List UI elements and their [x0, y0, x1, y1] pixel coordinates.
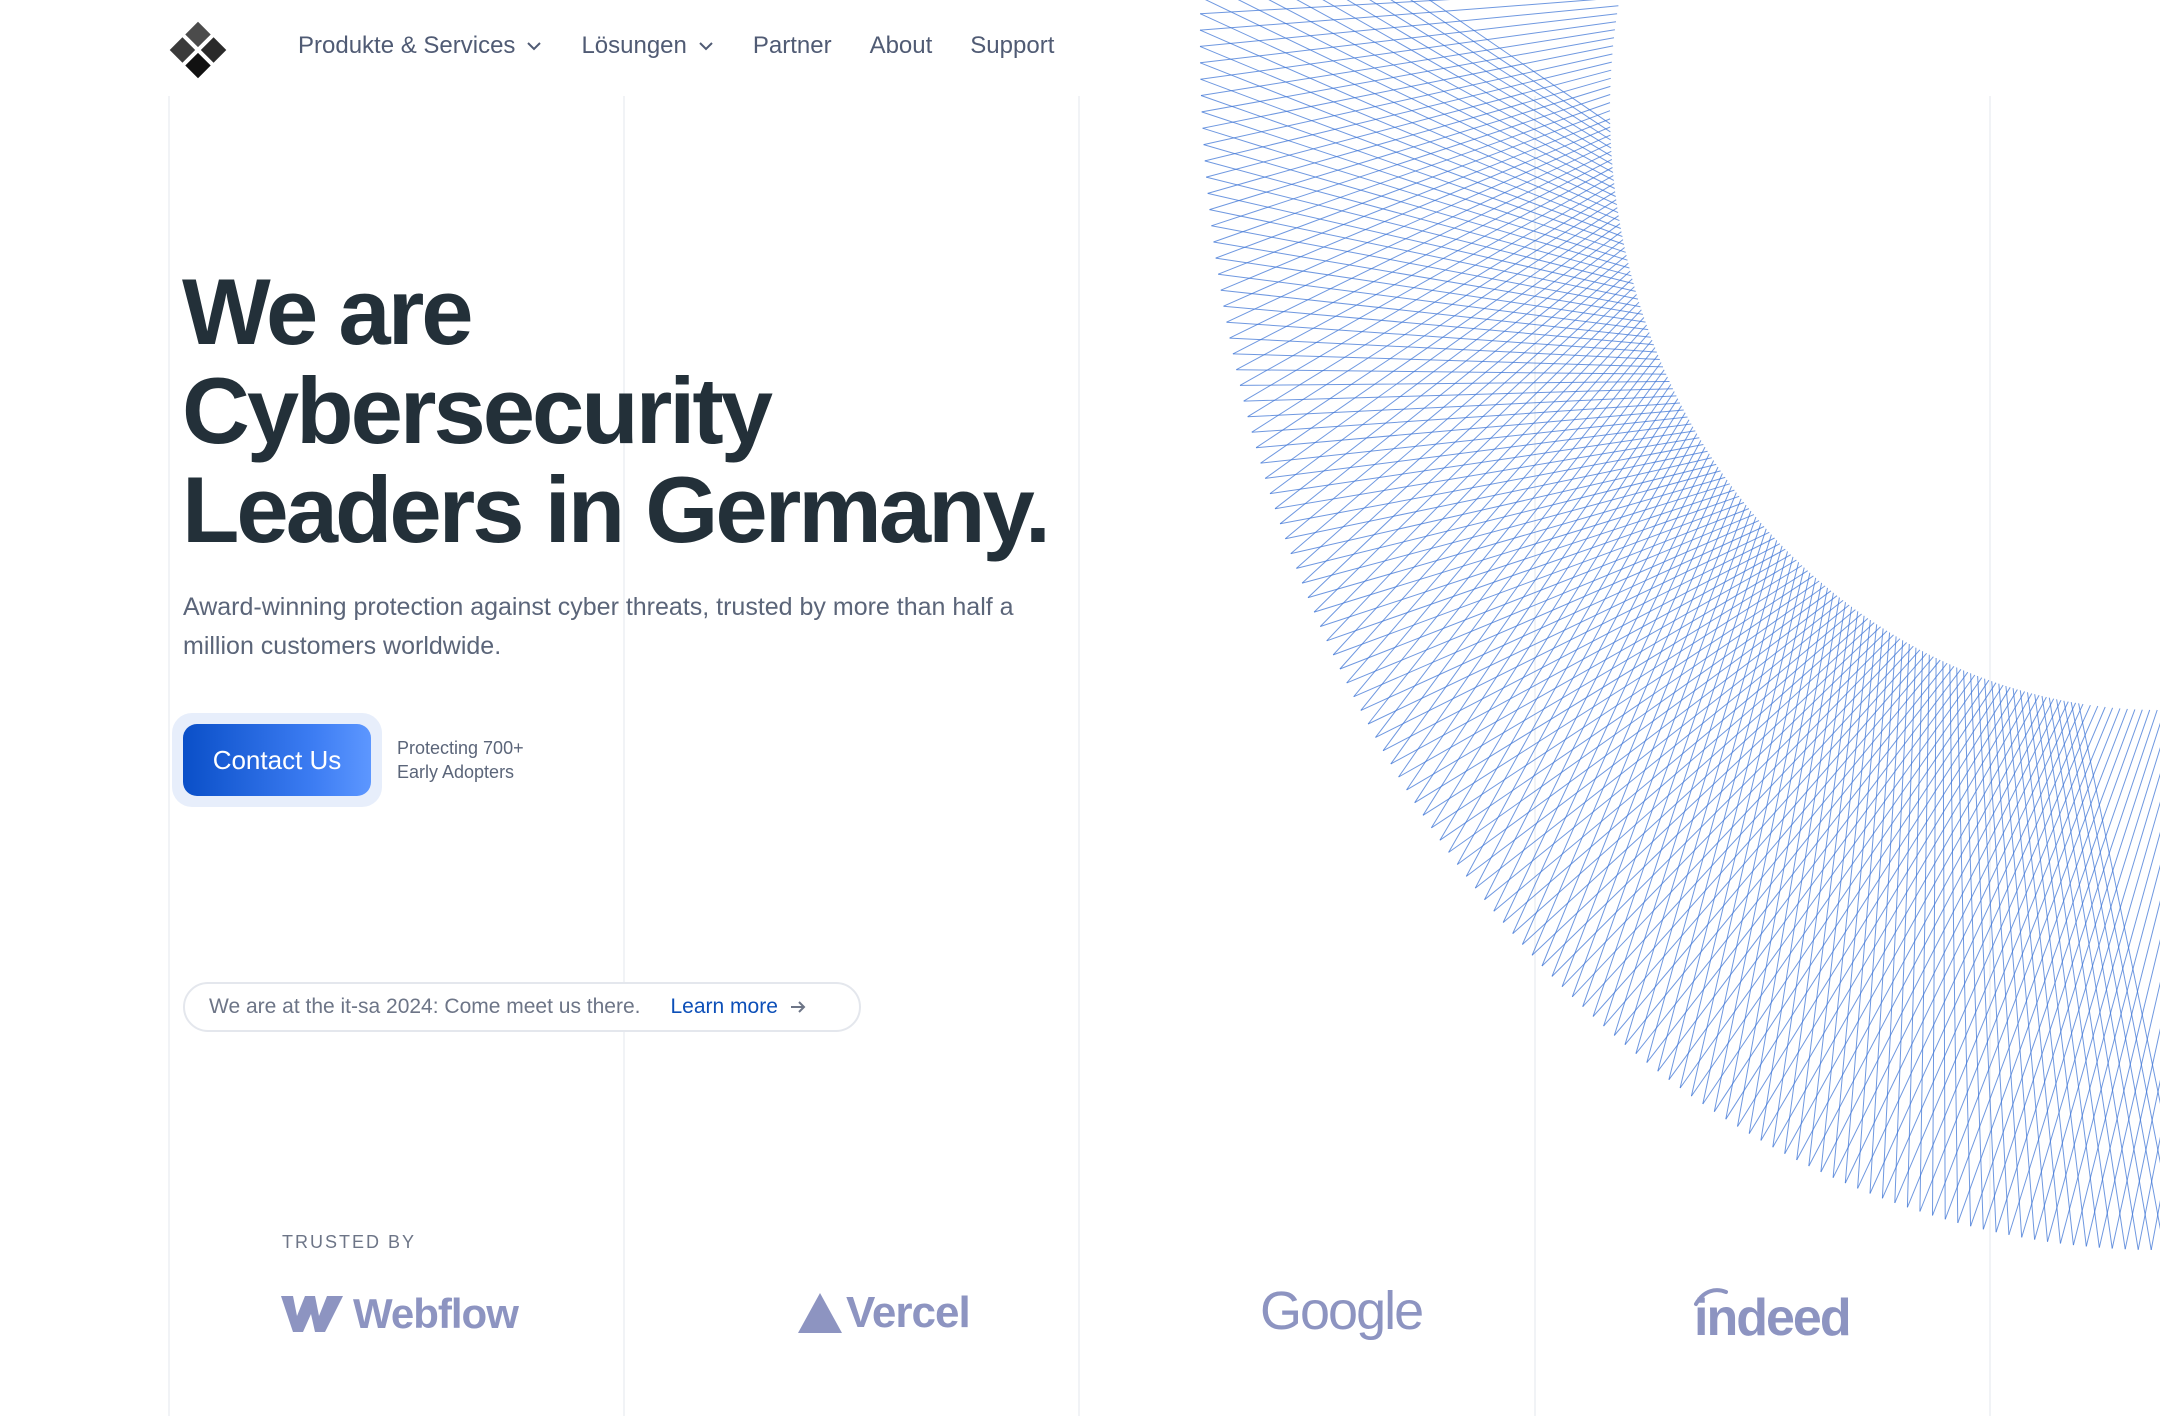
- nav-item-produkte-services[interactable]: Produkte & Services: [298, 32, 543, 60]
- adopters-line: Early Adopters: [397, 762, 515, 782]
- learn-more-link[interactable]: Learn more: [671, 995, 808, 1019]
- hero-title-line: Leaders in Germany.: [182, 457, 1051, 562]
- logo-diamond-icon[interactable]: [166, 18, 230, 82]
- hero-title-line: Cybersecurity: [182, 358, 773, 463]
- nav-item-label: Lösungen: [581, 32, 687, 59]
- indeed-arc-icon: [1694, 1288, 1728, 1306]
- brand-logo-webflow: Webflow: [281, 1290, 519, 1338]
- brand-logo-google: Google: [1260, 1280, 1424, 1342]
- brand-name: Google: [1260, 1281, 1424, 1341]
- nav-item-label: About: [869, 32, 933, 59]
- main-nav: Produkte & Services Lösungen Partner Abo…: [298, 32, 1054, 60]
- early-adopters-note: Protecting 700+ Early Adopters: [397, 736, 524, 784]
- brand-name: Vercel: [846, 1288, 971, 1337]
- brand-logo-indeed: indeed: [1694, 1288, 1852, 1348]
- nav-item-partner[interactable]: Partner: [753, 32, 832, 60]
- mesh-lines: [1199, 0, 2160, 1250]
- chevron-down-icon: [527, 42, 542, 51]
- nav-item-label: Produkte & Services: [298, 32, 516, 59]
- hero-title-line: We are: [182, 259, 474, 364]
- grid-line: [1989, 96, 1991, 1416]
- nav-item-support[interactable]: Support: [970, 32, 1054, 60]
- nav-item-label: Support: [970, 32, 1055, 59]
- grid-line: [168, 96, 170, 1416]
- webflow-logo-icon: [281, 1296, 343, 1332]
- vercel-triangle-icon: [798, 1293, 842, 1333]
- grid-line: [1534, 96, 1536, 1416]
- chevron-down-icon: [699, 42, 713, 51]
- trusted-by-heading: TRUSTED BY: [282, 1232, 417, 1252]
- contact-us-button[interactable]: Contact Us: [183, 724, 371, 796]
- mesh-decoration: [1199, 0, 2160, 1250]
- mesh-lines: [1199, 0, 2160, 1250]
- brand-logo-vercel: Vercel: [796, 1288, 971, 1338]
- nav-item-label: Partner: [752, 32, 832, 59]
- brand-name: Webflow: [353, 1290, 519, 1337]
- nav-item-about[interactable]: About: [870, 32, 933, 60]
- adopters-line: Protecting 700+: [397, 738, 524, 758]
- hero-title: We are Cybersecurity Leaders in Germany.: [182, 262, 1102, 559]
- announcement-text: We are at the it-sa 2024: Come meet us t…: [209, 995, 641, 1018]
- nav-item-losungen[interactable]: Lösungen: [581, 32, 714, 60]
- learn-more-label: Learn more: [670, 995, 778, 1018]
- arrow-right-icon: [790, 1001, 806, 1013]
- announcement-pill: We are at the it-sa 2024: Come meet us t…: [183, 982, 861, 1032]
- hero-subtitle: Award-winning protection against cyber t…: [183, 593, 1014, 660]
